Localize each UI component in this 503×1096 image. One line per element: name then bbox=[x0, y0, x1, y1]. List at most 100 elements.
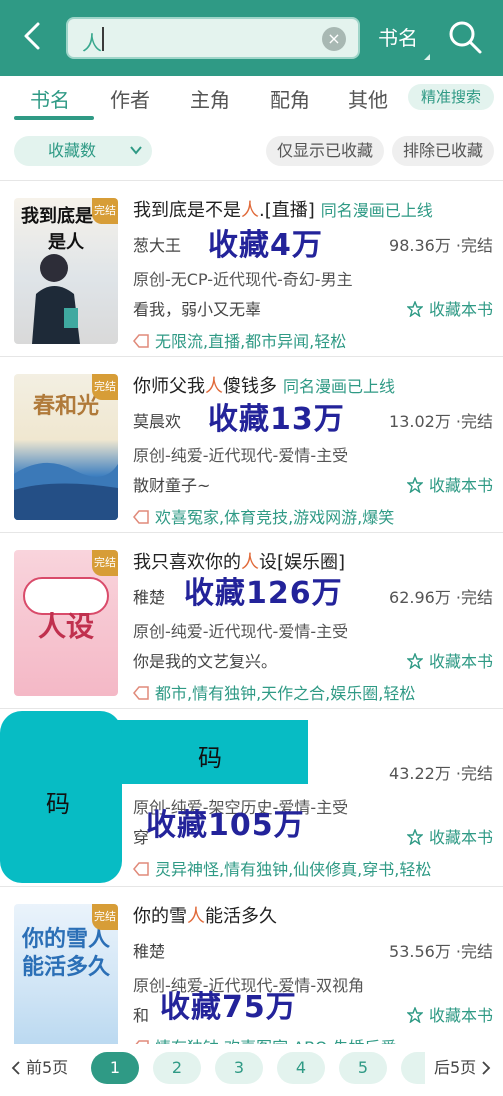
completed-badge: 完结 bbox=[92, 550, 118, 576]
book-keywords: 灵异神怪,情有独钟,仙侠修真,穿书,轻松 bbox=[133, 856, 431, 880]
clear-icon[interactable]: × bbox=[322, 27, 346, 51]
title-match: 人 bbox=[187, 906, 205, 927]
tab-author[interactable]: 作者 bbox=[110, 84, 150, 113]
book-item[interactable]: 春和光 完结 你师父我人傻钱多 同名漫画已上线 莫晨欢 13.02万 ·完结 原创… bbox=[0, 356, 503, 532]
search-scope-selector[interactable]: 书名 bbox=[378, 22, 418, 51]
page-button[interactable]: 1 bbox=[91, 1052, 139, 1084]
search-icon[interactable] bbox=[446, 18, 484, 56]
page-button[interactable]: 4 bbox=[277, 1052, 325, 1084]
search-value: 人 bbox=[82, 31, 102, 55]
next-5-pages-button[interactable]: 后5页 bbox=[434, 1052, 492, 1084]
only-collected-filter[interactable]: 仅显示已收藏 bbox=[266, 136, 384, 166]
prev-5-pages-button[interactable]: 前5页 bbox=[10, 1052, 68, 1084]
collect-button[interactable]: 收藏本书 bbox=[406, 824, 493, 848]
book-keywords: 欢喜冤家,体育竞技,游戏网游,爆笑 bbox=[133, 504, 394, 528]
keyword-list: 都市,情有独钟,天作之合,娱乐圈,轻松 bbox=[155, 684, 416, 703]
book-cover: 人设 完结 bbox=[14, 550, 118, 696]
star-icon bbox=[406, 477, 423, 493]
search-input[interactable]: 人 × bbox=[66, 17, 360, 59]
collect-button[interactable]: 收藏本书 bbox=[406, 1002, 493, 1026]
page-button[interactable]: 5 bbox=[339, 1052, 387, 1084]
book-title[interactable]: 你的雪人能活多久 bbox=[133, 902, 493, 928]
book-tags: 原创-无CP-近代现代-奇幻-男主 bbox=[133, 270, 353, 289]
title-text: 能活多久 bbox=[205, 906, 277, 927]
next-label: 后5页 bbox=[434, 1058, 477, 1077]
chevron-down-icon bbox=[130, 146, 142, 155]
chevron-left-icon bbox=[11, 1061, 20, 1075]
collection-count-overlay: 收藏13万 bbox=[208, 402, 345, 437]
collection-count-overlay: 收藏75万 bbox=[160, 990, 297, 1025]
tab-supporting[interactable]: 配角 bbox=[270, 84, 310, 113]
completed-badge: 完结 bbox=[92, 198, 118, 224]
book-item[interactable]: 你的雪人能活多久 完结 你的雪人能活多久 稚楚 53.56万 ·完结 原创-纯爱… bbox=[0, 886, 503, 1062]
collect-label: 收藏本书 bbox=[428, 1006, 493, 1025]
active-tab-indicator bbox=[14, 116, 94, 120]
collect-label: 收藏本书 bbox=[428, 652, 493, 671]
book-keywords: 无限流,直播,都市异闻,轻松 bbox=[133, 328, 346, 352]
collection-count-overlay: 收藏105万 bbox=[146, 808, 305, 843]
mask-label: 码 bbox=[198, 744, 222, 772]
book-tags: 原创-纯爱-近代现代-爱情-主受 bbox=[133, 446, 349, 465]
tag-icon bbox=[133, 510, 149, 524]
collect-label: 收藏本书 bbox=[428, 476, 493, 495]
book-intro: 看我，弱小又无辜 bbox=[133, 300, 262, 319]
sort-label: 收藏数 bbox=[48, 141, 97, 160]
completed-badge: 完结 bbox=[92, 904, 118, 930]
prev-label: 前5页 bbox=[26, 1058, 69, 1077]
book-author[interactable]: 葱大王 bbox=[133, 232, 181, 256]
collect-label: 收藏本书 bbox=[428, 828, 493, 847]
cover-title: 你的雪人能活多久 bbox=[21, 927, 110, 980]
star-icon bbox=[406, 829, 423, 845]
sort-dropdown[interactable]: 收藏数 bbox=[14, 136, 152, 166]
book-cover: 我到底是不是人 完结 bbox=[14, 198, 118, 344]
word-count-status: 62.96万 ·完结 bbox=[389, 588, 493, 607]
title-match: 人 bbox=[241, 200, 259, 221]
scope-dropdown-corner-icon bbox=[424, 54, 430, 60]
back-arrow-icon[interactable] bbox=[14, 18, 50, 54]
word-count-status: 43.22万 ·完结 bbox=[389, 764, 493, 783]
completed-badge: 完结 bbox=[92, 374, 118, 400]
keyword-list: 欢喜冤家,体育竞技,游戏网游,爆笑 bbox=[155, 508, 395, 527]
word-count-status: 98.36万 ·完结 bbox=[389, 236, 493, 255]
pagination: 前5页 1 2 3 4 5 后5页 bbox=[0, 1044, 503, 1096]
book-author[interactable]: 稚楚 bbox=[133, 584, 165, 608]
top-bar: 人 × 书名 bbox=[0, 0, 503, 76]
title-text: 你师父我 bbox=[133, 376, 205, 397]
precise-search-button[interactable]: 精准搜索 bbox=[408, 84, 494, 110]
star-icon bbox=[406, 653, 423, 669]
title-text: 我到底是不是 bbox=[133, 200, 241, 221]
tag-icon bbox=[133, 862, 149, 876]
book-author[interactable]: 莫晨欢 bbox=[133, 408, 181, 432]
text-caret bbox=[102, 27, 104, 51]
collect-button[interactable]: 收藏本书 bbox=[406, 648, 493, 672]
exclude-collected-filter[interactable]: 排除已收藏 bbox=[392, 136, 494, 166]
collection-count-overlay: 收藏126万 bbox=[184, 576, 343, 611]
cover-title: 人设 bbox=[37, 610, 94, 643]
tab-protagonist[interactable]: 主角 bbox=[190, 84, 230, 113]
keyword-list: 无限流,直播,都市异闻,轻松 bbox=[155, 332, 347, 351]
collect-button[interactable]: 收藏本书 bbox=[406, 296, 493, 320]
book-cover: 春和光 完结 bbox=[14, 374, 118, 520]
collection-count-overlay: 收藏4万 bbox=[208, 228, 323, 263]
book-item[interactable]: 我到底是不是人 完结 我到底是不是人.[直播] 同名漫画已上线 葱大王 98.36… bbox=[0, 180, 503, 356]
star-icon bbox=[406, 1007, 423, 1023]
word-count-status: 53.56万 ·完结 bbox=[389, 942, 493, 961]
book-intro: 散财童子~ bbox=[133, 476, 211, 495]
book-intro: 你是我的文艺复兴。 bbox=[133, 652, 278, 671]
keyword-list: 灵异神怪,情有独钟,仙侠修真,穿书,轻松 bbox=[155, 860, 432, 879]
title-text: 你的雪 bbox=[133, 906, 187, 927]
title-text: .[直播] bbox=[259, 200, 315, 221]
collect-button[interactable]: 收藏本书 bbox=[406, 472, 493, 496]
mask-label: 码 bbox=[46, 790, 70, 818]
book-title[interactable]: 我到底是不是人.[直播] 同名漫画已上线 bbox=[133, 196, 493, 222]
book-author[interactable]: 稚楚 bbox=[133, 938, 165, 962]
word-count-status: 13.02万 ·完结 bbox=[389, 412, 493, 431]
manhua-link[interactable]: 同名漫画已上线 bbox=[321, 201, 433, 220]
tab-title[interactable]: 书名 bbox=[30, 84, 70, 113]
page-button-partial[interactable] bbox=[401, 1052, 425, 1084]
book-cover: 你的雪人能活多久 完结 bbox=[14, 904, 118, 1050]
book-item[interactable]: 人设 完结 我只喜欢你的人设[娱乐圈] 稚楚 62.96万 ·完结 原创-纯爱-… bbox=[0, 532, 503, 708]
page-button[interactable]: 2 bbox=[153, 1052, 201, 1084]
tab-other[interactable]: 其他 bbox=[348, 84, 388, 113]
page-button[interactable]: 3 bbox=[215, 1052, 263, 1084]
